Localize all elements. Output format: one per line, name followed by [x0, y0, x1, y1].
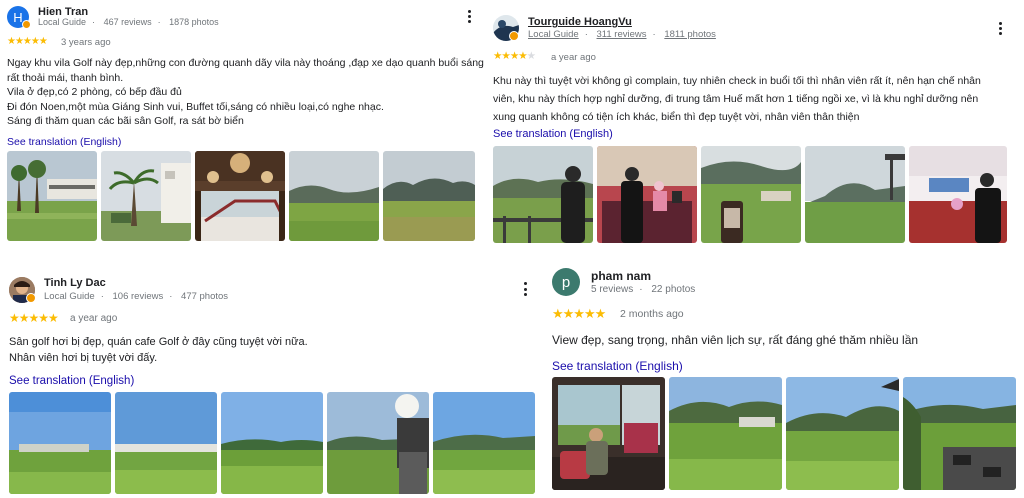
- review-photo[interactable]: [909, 146, 1007, 243]
- reviewer-name[interactable]: Tinh Ly Dac: [44, 277, 106, 289]
- reviews-count: 5 reviews: [591, 284, 634, 295]
- reviewer-meta: Local Guide · 106 reviews · 477 photos: [44, 291, 229, 302]
- review-line: xung quanh không có tiện ích khác, biển …: [493, 111, 860, 123]
- photos-count: 22 photos: [651, 284, 696, 295]
- review-text: View đẹp, sang trọng, nhân viên lịch sự,…: [552, 332, 918, 348]
- review-photo[interactable]: [7, 151, 97, 241]
- review-photo[interactable]: [221, 392, 323, 494]
- review-text: Sân golf hơi bị đẹp, quán cafe Golf ở đâ…: [9, 334, 308, 366]
- review-line: View đẹp, sang trọng, nhân viên lịch sự,…: [552, 333, 919, 347]
- review-line: Ngay khu vila Golf này đẹp,những con đườ…: [7, 57, 484, 69]
- review-photo[interactable]: [701, 146, 801, 243]
- review-photo[interactable]: [552, 377, 665, 490]
- review-date: a year ago: [551, 52, 596, 63]
- review-card: p pham nam 5 reviews · 22 photos ★★★★★ 2 …: [545, 260, 1024, 498]
- star-rating: ★★★★★: [552, 306, 606, 321]
- local-guide-label: Local Guide: [44, 291, 95, 302]
- see-translation-link[interactable]: See translation (English): [552, 359, 683, 373]
- review-line: Đi đón Noen,một mùa Giáng Sinh vui, Buff…: [7, 100, 384, 113]
- review-photo[interactable]: [597, 146, 697, 243]
- reviewer-name[interactable]: pham nam: [591, 269, 651, 283]
- photos-count: 1878 photos: [169, 17, 219, 27]
- review-photo[interactable]: [805, 146, 905, 243]
- see-translation-link[interactable]: See translation (English): [493, 128, 613, 140]
- more-vert-icon[interactable]: [993, 22, 1007, 35]
- more-vert-icon[interactable]: [518, 282, 532, 296]
- local-guide-label: Local Guide: [38, 17, 87, 27]
- review-photo[interactable]: [786, 377, 899, 490]
- review-card: Tinh Ly Dac Local Guide · 106 reviews · 47…: [0, 260, 545, 498]
- review-line: viên, khu này thích hợp nghỉ dưỡng, đi t…: [493, 93, 979, 105]
- review-photo[interactable]: [433, 392, 535, 494]
- review-photo[interactable]: [383, 151, 475, 241]
- review-line: rất thoải mái, thanh bình.: [7, 71, 124, 84]
- review-line: Vila ở đẹp,có 2 phòng, có bếp đầu đủ: [7, 86, 182, 98]
- reviewer-meta: 5 reviews · 22 photos: [591, 284, 696, 295]
- review-photo[interactable]: [289, 151, 379, 241]
- review-photo[interactable]: [9, 392, 111, 494]
- photos-count: 477 photos: [181, 291, 229, 302]
- reviewer-name[interactable]: Tourguide HoangVu: [528, 16, 632, 28]
- see-translation-link[interactable]: See translation (English): [7, 136, 121, 148]
- reviews-count: 467 reviews: [103, 17, 152, 27]
- review-photo[interactable]: [903, 377, 1016, 490]
- review-photo[interactable]: [327, 392, 429, 494]
- review-photo[interactable]: [669, 377, 782, 490]
- reviews-count: 106 reviews: [112, 291, 164, 302]
- local-guide-label: Local Guide: [528, 29, 579, 40]
- review-line: Sáng đi thăm quan các bãi sân Golf, ra s…: [7, 115, 244, 127]
- local-guide-badge-icon: [26, 293, 36, 303]
- review-date: a year ago: [70, 313, 118, 324]
- review-photo[interactable]: [195, 151, 285, 241]
- review-text: Khu này thì tuyệt vời không gì complain,…: [493, 72, 981, 126]
- review-card: H Hien Tran Local Guide · 467 reviews · 18…: [0, 0, 490, 250]
- star-rating: ★★★★★: [9, 311, 59, 325]
- reviewer-meta: Local Guide · 467 reviews · 1878 photos: [38, 17, 219, 27]
- see-translation-link[interactable]: See translation (English): [9, 375, 134, 387]
- review-line: Sân golf hơi bị đẹp, quán cafe Golf ở đâ…: [9, 336, 308, 348]
- avatar-letter: p: [561, 273, 571, 291]
- local-guide-badge-icon: [22, 20, 31, 29]
- reviewer-meta: Local Guide · 311 reviews · 1811 photos: [528, 29, 716, 40]
- local-guide-badge-icon: [509, 31, 519, 41]
- review-photo[interactable]: [115, 392, 217, 494]
- review-line: Khu này thì tuyệt vời không gì complain,…: [493, 75, 981, 87]
- more-vert-icon[interactable]: [462, 10, 476, 23]
- review-date: 3 years ago: [61, 37, 111, 48]
- review-date: 2 months ago: [620, 308, 684, 320]
- review-photo[interactable]: [101, 151, 191, 241]
- review-photo[interactable]: [493, 146, 593, 243]
- star-rating: ★★★★★: [493, 50, 536, 62]
- photos-count: 1811 photos: [664, 29, 716, 40]
- reviews-count: 311 reviews: [596, 29, 647, 40]
- star-rating: ★★★★★: [7, 36, 48, 47]
- review-text: Ngay khu vila Golf này đẹp,những con đườ…: [7, 56, 484, 129]
- review-card: Tourguide HoangVu Local Guide · 311 revie…: [490, 0, 1024, 250]
- review-line: Nhân viên hơi bị tuyệt vời đấy.: [9, 352, 158, 364]
- avatar[interactable]: p: [552, 268, 580, 296]
